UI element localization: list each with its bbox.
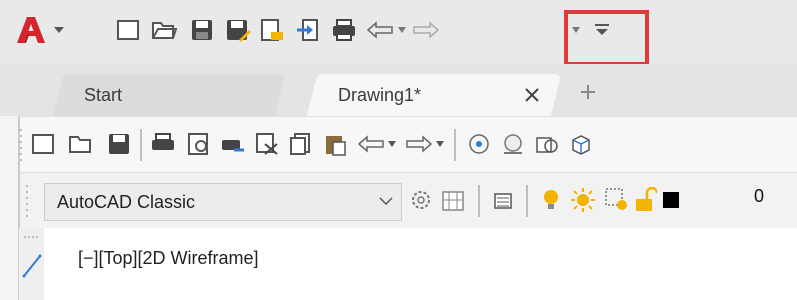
layer-viewport-freeze-icon[interactable] xyxy=(602,185,632,215)
layer-thaw-sun-icon[interactable] xyxy=(568,185,598,215)
undo-icon[interactable] xyxy=(356,129,386,159)
drawing-canvas[interactable]: [−][Top][2D Wireframe] xyxy=(44,228,797,300)
separator xyxy=(526,185,528,217)
redo-dropdown-icon[interactable] xyxy=(432,129,448,159)
close-icon[interactable] xyxy=(524,87,540,103)
save-as-icon[interactable] xyxy=(224,16,252,44)
open-icon[interactable] xyxy=(150,16,178,44)
plot-icon[interactable] xyxy=(148,129,178,159)
plot-icon[interactable] xyxy=(330,16,358,44)
quick-access-toolbar xyxy=(0,0,797,64)
separator xyxy=(140,129,142,161)
layer-on-icon[interactable] xyxy=(536,185,566,215)
app-menu-dropdown-icon[interactable] xyxy=(50,16,68,44)
workspace-select-value: AutoCAD Classic xyxy=(57,191,196,212)
publish-icon[interactable] xyxy=(218,129,248,159)
line-tool-icon[interactable] xyxy=(21,250,43,280)
separator xyxy=(478,185,480,217)
highlight-box xyxy=(564,10,649,66)
tab-start-label: Start xyxy=(84,84,123,105)
current-layer-name[interactable]: 0 xyxy=(754,186,764,207)
standard-toolbar xyxy=(18,116,797,173)
redo-icon[interactable] xyxy=(412,16,440,44)
chevron-down-icon xyxy=(379,196,393,206)
copy-icon[interactable] xyxy=(286,129,316,159)
workspace-settings-icon[interactable] xyxy=(406,185,436,215)
tab-drawing1-label: Drawing1* xyxy=(338,84,422,105)
toolbar-grip-icon[interactable] xyxy=(23,234,41,240)
view-manager-icon[interactable] xyxy=(532,129,562,159)
toolbar-grip-icon[interactable] xyxy=(18,127,24,161)
new-icon[interactable] xyxy=(28,129,58,159)
new-icon[interactable] xyxy=(114,16,142,44)
plot-preview-icon[interactable] xyxy=(184,129,214,159)
workspace-layers-toolbar: AutoCAD Classic 0 xyxy=(18,172,797,229)
draw-toolbar-vertical xyxy=(18,228,46,300)
tab-start[interactable]: Start xyxy=(52,74,286,116)
separator xyxy=(454,129,456,161)
viewport-controls-label[interactable]: [−][Top][2D Wireframe] xyxy=(78,248,259,269)
workspace-select[interactable]: AutoCAD Classic xyxy=(44,183,402,221)
save-icon[interactable] xyxy=(188,16,216,44)
layer-properties-icon[interactable] xyxy=(488,185,518,215)
undo-dropdown-icon[interactable] xyxy=(384,129,400,159)
undo-dropdown-icon[interactable] xyxy=(394,16,410,44)
lock-ui-icon[interactable] xyxy=(438,185,468,215)
new-tab-plus-icon[interactable] xyxy=(578,82,598,102)
render-sphere-icon[interactable] xyxy=(498,129,528,159)
open-from-web-icon[interactable] xyxy=(258,16,286,44)
tab-drawing1[interactable]: Drawing1* xyxy=(306,74,562,116)
save-icon[interactable] xyxy=(104,129,134,159)
undo-icon[interactable] xyxy=(366,16,394,44)
redo-icon[interactable] xyxy=(404,129,434,159)
paste-icon[interactable] xyxy=(320,129,350,159)
open-icon[interactable] xyxy=(66,129,96,159)
autocad-logo-icon[interactable] xyxy=(12,16,50,44)
layer-color-swatch-icon[interactable] xyxy=(656,185,686,215)
3d-box-icon[interactable] xyxy=(566,129,596,159)
share-icon[interactable] xyxy=(294,16,322,44)
toolbar-grip-icon[interactable] xyxy=(24,183,30,217)
document-tabs: Start Drawing1* xyxy=(0,64,797,116)
cut-icon[interactable] xyxy=(252,129,282,159)
pan-realtime-icon[interactable] xyxy=(464,129,494,159)
